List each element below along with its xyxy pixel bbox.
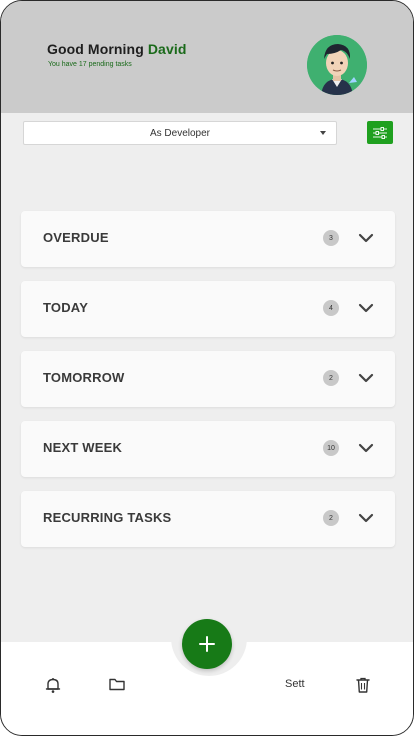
count-badge: 3 (323, 230, 339, 246)
count-badge: 4 (323, 300, 339, 316)
count-badge: 2 (323, 370, 339, 386)
section-label: TODAY (43, 300, 89, 315)
role-dropdown-value: As Developer (149, 127, 211, 139)
chevron-down-icon[interactable] (358, 440, 374, 456)
settings-nav-label[interactable]: Sett (285, 678, 305, 690)
pending-tasks-text: You have 17 pending tasks (48, 61, 132, 68)
sliders-icon (373, 126, 387, 139)
dropdown-caret-icon (320, 131, 326, 135)
chevron-down-icon[interactable] (358, 300, 374, 316)
greeting: Good Morning David (47, 41, 186, 57)
chevron-down-icon[interactable] (358, 370, 374, 386)
user-name: David (147, 41, 187, 57)
app-screen: Good Morning David You have 17 pending t… (0, 0, 414, 736)
section-label: TOMORROW (43, 370, 125, 385)
bell-icon[interactable] (44, 676, 62, 694)
plus-icon (199, 636, 215, 652)
chevron-down-icon[interactable] (358, 230, 374, 246)
section-next-week[interactable]: NEXT WEEK 10 (21, 421, 395, 477)
section-label: NEXT WEEK (43, 440, 123, 455)
trash-icon[interactable] (354, 676, 372, 694)
count-badge: 10 (323, 440, 339, 456)
role-dropdown[interactable]: As Developer (23, 121, 337, 145)
add-task-button[interactable] (182, 619, 232, 669)
section-label: RECURRING TASKS (43, 510, 172, 525)
count-badge: 2 (323, 510, 339, 526)
section-tomorrow[interactable]: TOMORROW 2 (21, 351, 395, 407)
section-recurring-tasks[interactable]: RECURRING TASKS 2 (21, 491, 395, 547)
greeting-text: Good Morning (47, 41, 144, 57)
section-overdue[interactable]: OVERDUE 3 (21, 211, 395, 267)
section-label: OVERDUE (43, 230, 109, 245)
avatar-image (307, 35, 367, 95)
avatar[interactable] (307, 35, 367, 95)
chevron-down-icon[interactable] (358, 510, 374, 526)
header: Good Morning David You have 17 pending t… (1, 1, 413, 113)
filter-button[interactable] (367, 121, 393, 144)
folder-icon[interactable] (108, 675, 126, 693)
section-today[interactable]: TODAY 4 (21, 281, 395, 337)
